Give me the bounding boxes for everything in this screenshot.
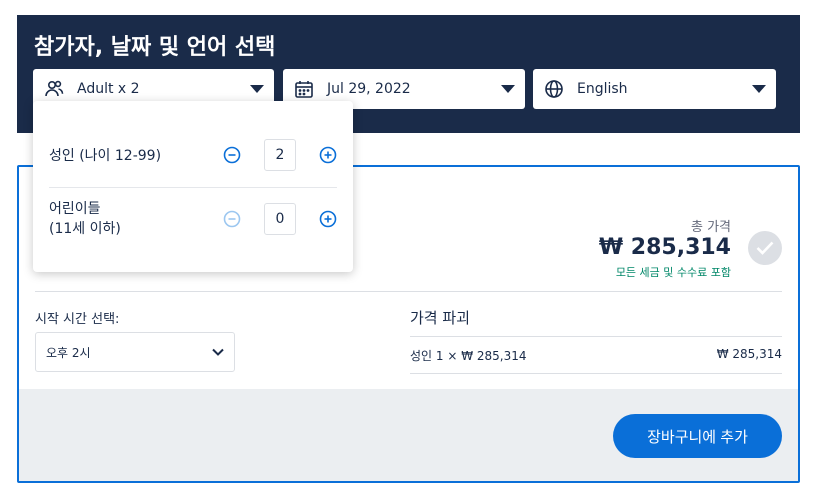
divider [35, 291, 782, 292]
chevron-down-icon [752, 85, 766, 93]
child-age-range: (11세 이하) [49, 221, 121, 237]
page-title: 참가자, 날짜 및 언어 선택 [34, 35, 276, 60]
start-time-label: 시작 시간 선택: [35, 312, 120, 327]
child-row: 어린이들 (11세 이하) 0 [49, 189, 337, 253]
child-count: 0 [264, 203, 296, 235]
chevron-down-icon [501, 85, 515, 93]
price-breakdown-amount: ₩ 285,314 [716, 347, 782, 361]
start-time-select[interactable]: 오후 2시 [35, 332, 235, 372]
minus-circle-icon [223, 146, 241, 164]
add-to-cart-button[interactable]: 장바구니에 추가 [613, 414, 782, 458]
check-icon [748, 231, 782, 265]
divider [410, 373, 782, 374]
divider [410, 336, 782, 337]
minus-circle-icon [223, 210, 241, 228]
total-price: ₩ 285,314 [598, 235, 731, 260]
date-label: Jul 29, 2022 [327, 81, 411, 97]
child-label: 어린이들 [49, 201, 101, 217]
tax-note: 모든 세금 및 수수료 포함 [615, 266, 731, 279]
calendar-icon [293, 78, 315, 100]
price-breakdown-item: 성인 1 × ₩ 285,314 [410, 349, 527, 363]
chevron-down-icon [250, 85, 264, 93]
child-decrease-button[interactable] [223, 210, 241, 228]
adult-decrease-button[interactable] [223, 146, 241, 164]
adult-increase-button[interactable] [319, 146, 337, 164]
plus-circle-icon [319, 210, 337, 228]
price-breakdown-title: 가격 파괴 [410, 309, 470, 327]
language-picker[interactable]: English [533, 69, 776, 109]
language-label: English [577, 81, 628, 97]
plus-circle-icon [319, 146, 337, 164]
start-time-value: 오후 2시 [46, 345, 91, 360]
adult-count: 2 [264, 139, 296, 171]
child-increase-button[interactable] [319, 210, 337, 228]
adult-age-range: (나이 12-99) [79, 148, 162, 164]
total-price-label: 총 가격 [690, 220, 731, 235]
participants-label: Adult x 2 [77, 81, 140, 97]
chevron-down-icon [212, 348, 224, 356]
adult-row: 성인 (나이 12-99) 2 [49, 123, 337, 188]
people-icon [43, 78, 65, 100]
adult-label: 성인 [49, 148, 75, 164]
globe-icon [543, 78, 565, 100]
participants-dropdown: 성인 (나이 12-99) 2 어린이들 (11세 이하) 0 [33, 101, 353, 272]
